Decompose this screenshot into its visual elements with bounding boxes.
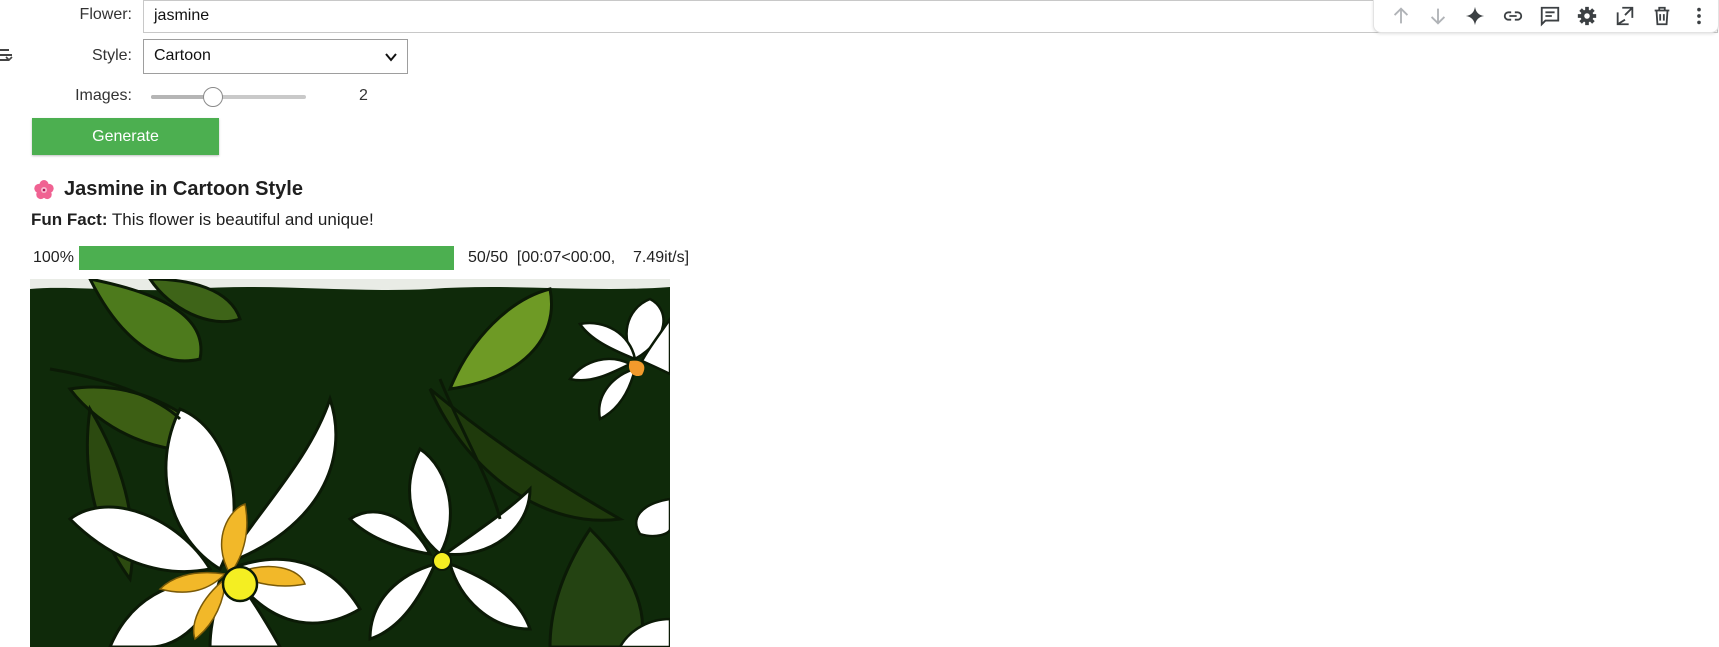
result-heading: Jasmine in Cartoon Style: [64, 178, 303, 200]
move-up-icon[interactable]: [1382, 1, 1419, 31]
style-select-value: Cartoon: [154, 47, 211, 64]
style-label: Style:: [91, 47, 132, 64]
more-icon[interactable]: [1681, 1, 1718, 31]
fun-fact: Fun Fact: This flower is beautiful and u…: [31, 210, 374, 230]
comment-icon[interactable]: [1531, 1, 1568, 31]
progress-status: 50/50 [00:07<00:00, 7.49it/s]: [468, 249, 690, 266]
style-select[interactable]: Cartoon: [143, 39, 408, 74]
fun-fact-label: Fun Fact:: [31, 210, 108, 229]
chevron-down-icon: [383, 49, 399, 65]
fun-fact-text: This flower is beautiful and unique!: [107, 210, 374, 229]
images-slider-value: 2: [359, 87, 368, 104]
generated-image: [30, 279, 670, 647]
generate-button[interactable]: Generate: [32, 118, 219, 155]
move-down-icon[interactable]: [1419, 1, 1456, 31]
flower-icon: [33, 179, 55, 201]
flower-label: Flower:: [79, 6, 132, 23]
delete-icon[interactable]: [1643, 1, 1680, 31]
progress-percent: 100%: [33, 249, 74, 266]
images-label: Images:: [75, 87, 132, 104]
progress-bar: [79, 246, 454, 270]
progress-bar-fill: [79, 246, 454, 270]
images-slider-thumb[interactable]: [203, 87, 223, 107]
cell-toolbar: [1373, 0, 1719, 33]
sparkle-icon[interactable]: [1457, 1, 1494, 31]
open-in-tab-icon[interactable]: [1606, 1, 1643, 31]
settings-icon[interactable]: [1569, 1, 1606, 31]
link-icon[interactable]: [1494, 1, 1531, 31]
